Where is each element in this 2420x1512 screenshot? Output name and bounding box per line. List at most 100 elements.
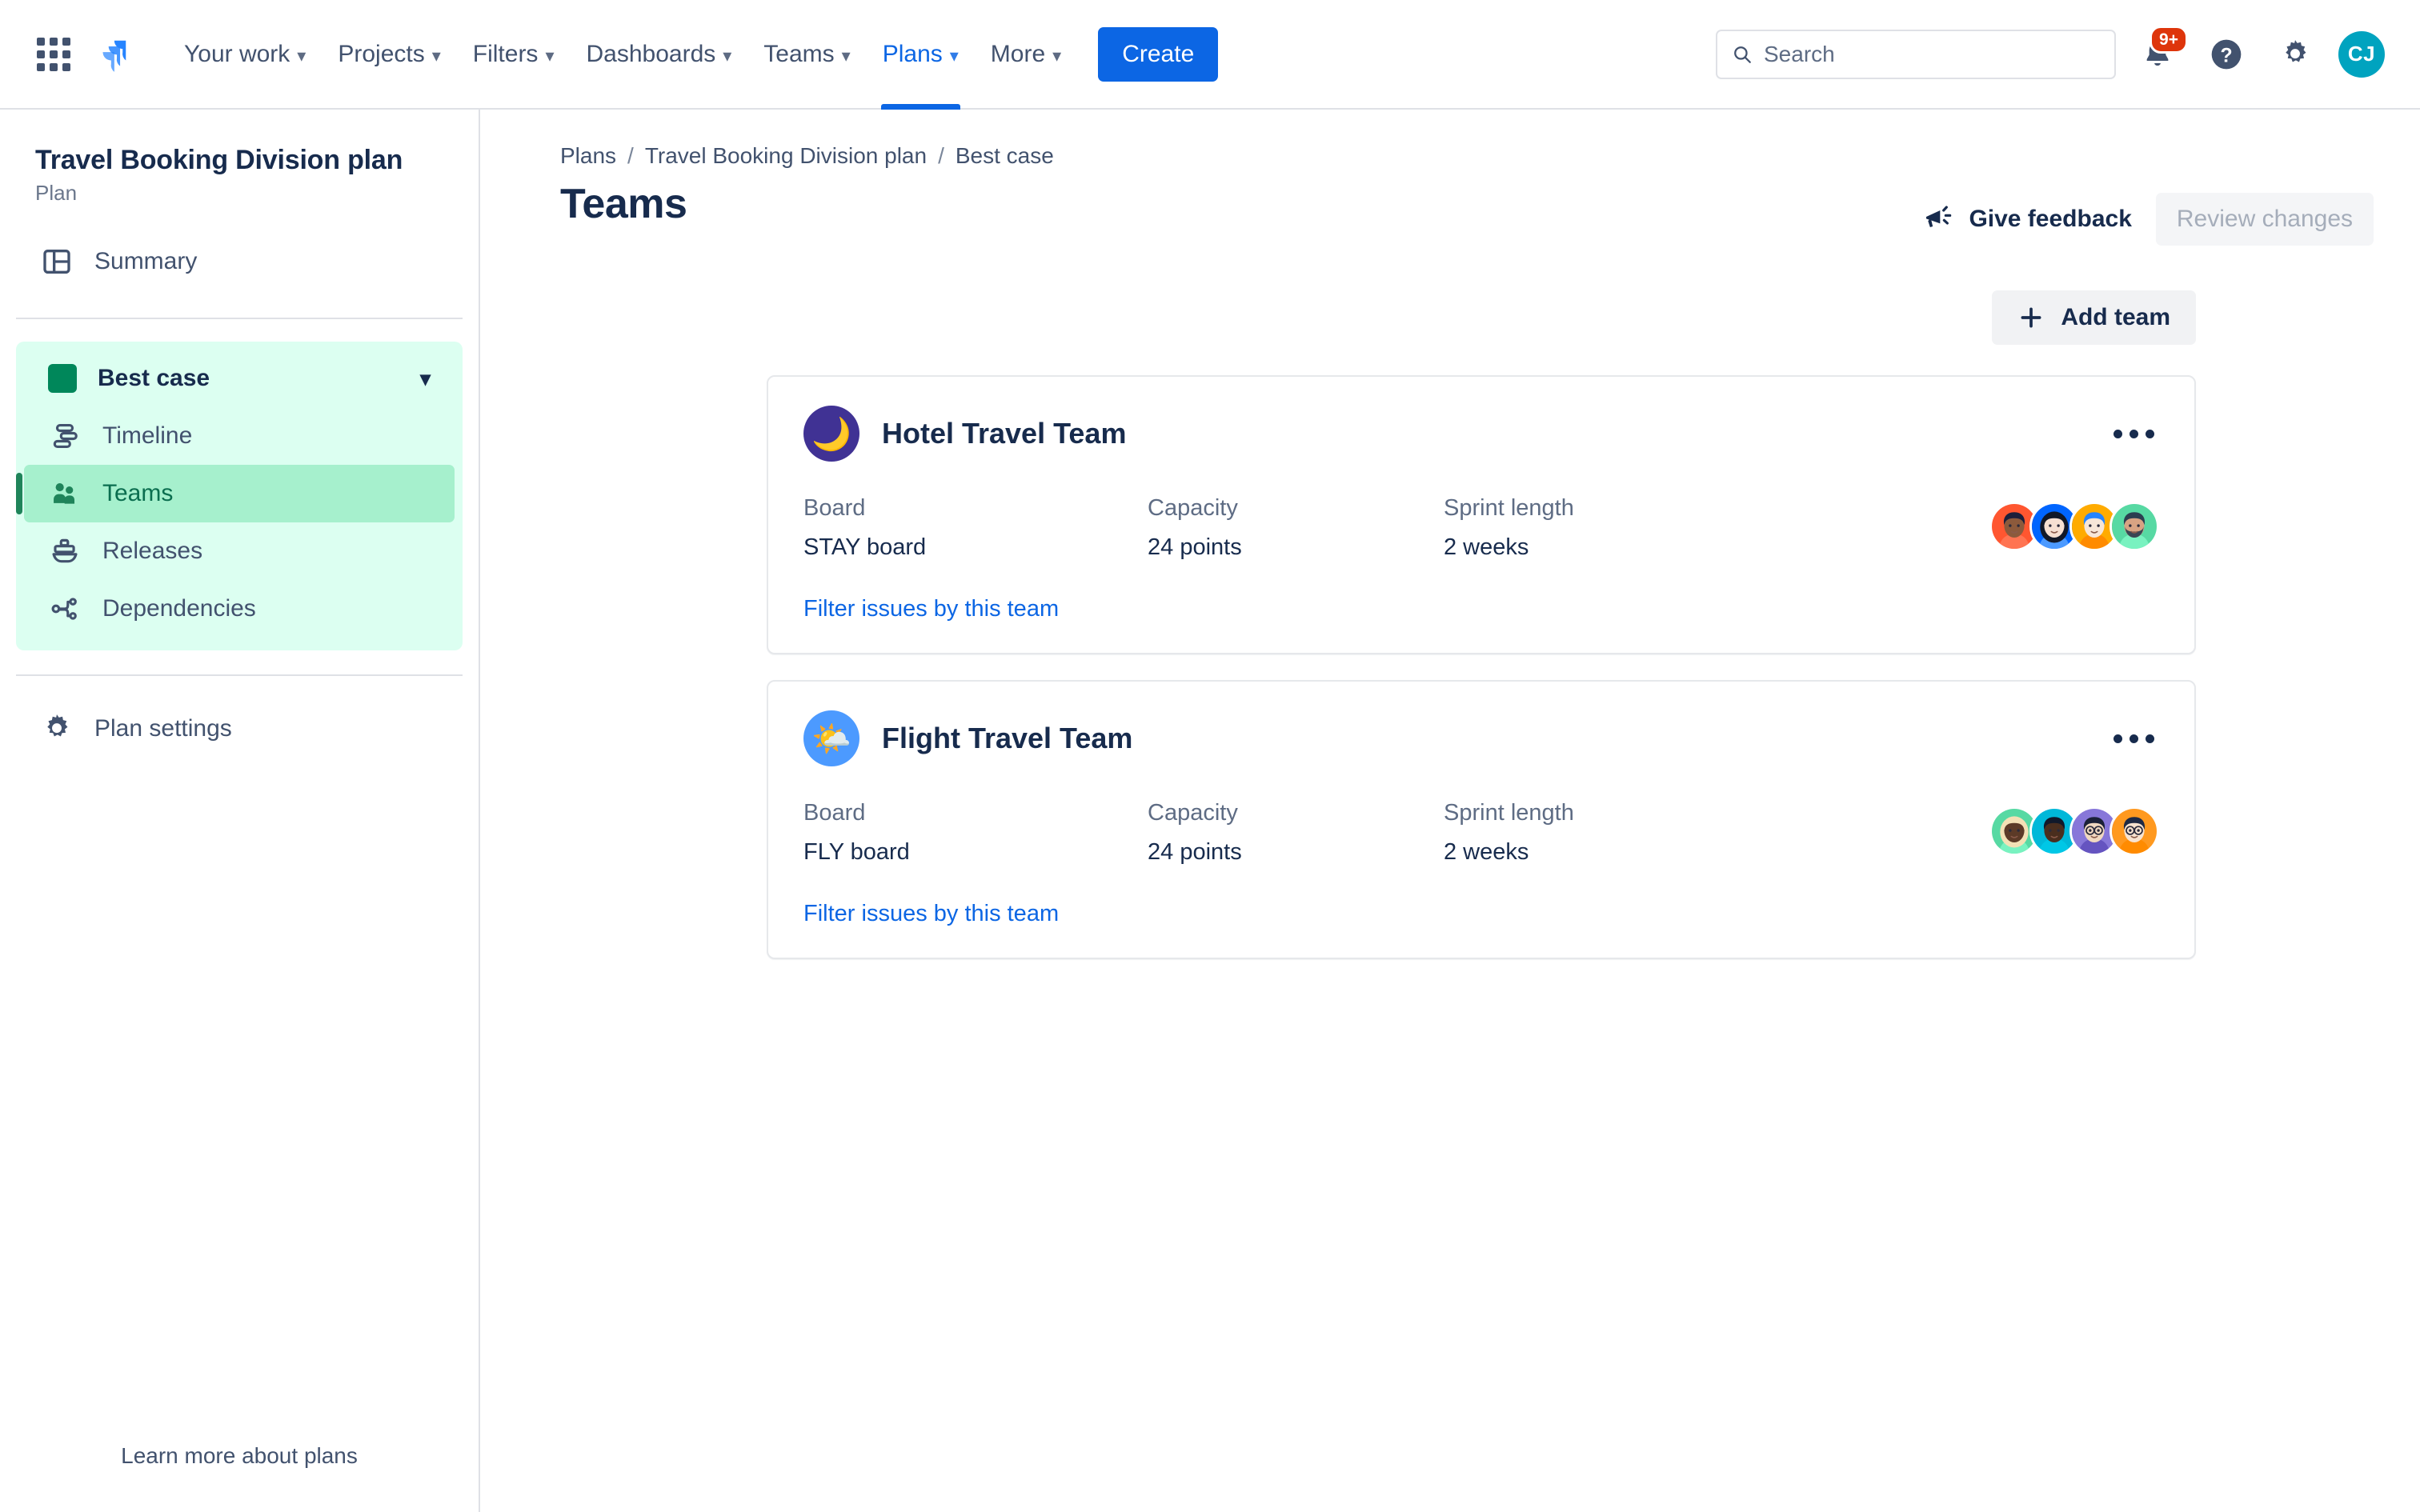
field-value: 2 weeks xyxy=(1444,534,1529,560)
sidebar-item-timeline[interactable]: Timeline xyxy=(24,407,455,465)
summary-icon xyxy=(40,245,74,278)
nav-item-more[interactable]: More ▾ xyxy=(975,0,1077,108)
jira-logo[interactable] xyxy=(88,31,136,78)
team-member-avatars[interactable] xyxy=(1989,495,2159,551)
learn-more-about-plans-link[interactable]: Learn more about plans xyxy=(0,1443,479,1469)
gear-icon xyxy=(2286,39,2306,62)
settings-button[interactable] xyxy=(2268,27,2322,82)
add-team-button[interactable]: Add team xyxy=(1992,290,2196,345)
chevron-down-icon: ▾ xyxy=(431,45,441,66)
plan-title: Travel Booking Division plan xyxy=(35,145,403,175)
app-switcher-button[interactable] xyxy=(30,31,77,78)
nav-item-label: Teams xyxy=(763,40,835,67)
give-feedback-button[interactable]: Give feedback xyxy=(1922,203,2132,235)
sidebar-item-plan-settings[interactable]: Plan settings xyxy=(16,700,463,758)
field-label: Board xyxy=(803,800,866,826)
member-avatar[interactable] xyxy=(2109,502,2159,551)
scenario-label: Best case xyxy=(98,365,210,391)
team-cards-list: 🌙 Hotel Travel Team Board STAY board Cap… xyxy=(560,375,2374,959)
svg-text:?: ? xyxy=(2220,45,2232,66)
field-label: Capacity xyxy=(1148,495,1238,521)
top-navigation-bar: Your work ▾ Projects ▾ Filters ▾ Dashboa… xyxy=(0,0,2420,110)
search-input[interactable] xyxy=(1764,41,2114,67)
sidebar: Travel Booking Division plan Plan Summar… xyxy=(0,110,480,1512)
breadcrumb-item-plans[interactable]: Plans xyxy=(560,143,616,169)
team-name: Hotel Travel Team xyxy=(882,417,1127,450)
team-field-sprint-length: Sprint length 2 weeks xyxy=(1444,495,1740,561)
add-team-row: Add team xyxy=(560,290,2374,345)
timeline-icon xyxy=(48,419,82,453)
filter-issues-by-team-link[interactable]: Filter issues by this team xyxy=(803,596,1059,622)
nav-item-teams[interactable]: Teams ▾ xyxy=(747,0,866,108)
notifications-button[interactable]: 9+ xyxy=(2130,25,2188,82)
plan-settings-section: Plan settings xyxy=(0,700,479,758)
sidebar-divider xyxy=(16,318,463,319)
scenario-header[interactable]: Best case ▾ xyxy=(24,350,455,407)
nav-item-projects[interactable]: Projects ▾ xyxy=(322,0,456,108)
chevron-down-icon: ▾ xyxy=(297,45,307,66)
help-button[interactable]: ? xyxy=(2199,27,2254,82)
breadcrumb-separator: / xyxy=(627,143,634,168)
team-field-capacity: Capacity 24 points xyxy=(1148,800,1444,866)
more-horizontal-icon[interactable] xyxy=(2109,420,2159,448)
create-button[interactable]: Create xyxy=(1098,26,1219,82)
chevron-down-icon: ▾ xyxy=(841,45,851,66)
review-changes-button[interactable]: Review changes xyxy=(2155,193,2374,246)
chevron-down-icon[interactable]: ▾ xyxy=(420,366,431,391)
page-header-actions: Give feedback Review changes xyxy=(1922,180,2374,246)
add-team-label: Add team xyxy=(2061,304,2170,330)
team-card-header: 🌙 Hotel Travel Team xyxy=(803,406,2159,462)
sidebar-item-releases[interactable]: Releases xyxy=(24,522,455,580)
team-card[interactable]: 🌙 Hotel Travel Team Board STAY board Cap… xyxy=(767,375,2196,654)
releases-icon xyxy=(48,534,82,568)
breadcrumb-item-plan[interactable]: Travel Booking Division plan xyxy=(645,143,927,169)
nav-item-plans[interactable]: Plans ▾ xyxy=(867,0,975,110)
sidebar-divider-bottom xyxy=(16,674,463,676)
sidebar-item-label: Summary xyxy=(94,248,198,274)
sidebar-item-teams[interactable]: Teams xyxy=(16,465,455,522)
team-card[interactable]: 🌤️ Flight Travel Team Board FLY board Ca… xyxy=(767,680,2196,959)
more-horizontal-icon[interactable] xyxy=(2109,725,2159,753)
field-label: Board xyxy=(803,495,866,521)
notification-badge: 9+ xyxy=(2150,25,2188,54)
scenario-color-swatch xyxy=(48,364,77,393)
nav-item-label: Plans xyxy=(882,40,943,67)
sidebar-item-label: Dependencies xyxy=(102,595,256,622)
team-field-board: Board STAY board xyxy=(803,495,1148,561)
field-value: 24 points xyxy=(1148,534,1242,560)
dependencies-icon xyxy=(48,592,82,626)
nav-item-dashboards[interactable]: Dashboards ▾ xyxy=(570,0,747,108)
team-name: Flight Travel Team xyxy=(882,722,1133,754)
member-avatar[interactable] xyxy=(2109,806,2159,856)
gear-icon xyxy=(40,712,74,746)
chevron-down-icon: ▾ xyxy=(1052,45,1062,66)
page-header-row: Teams Give feedback Review changes xyxy=(560,180,2374,246)
team-field-sprint-length: Sprint length 2 weeks xyxy=(1444,800,1740,866)
breadcrumb-item-scenario[interactable]: Best case xyxy=(956,143,1054,169)
teams-icon xyxy=(48,477,82,510)
nav-item-label: More xyxy=(990,40,1046,67)
plus-icon xyxy=(2021,307,2041,328)
nav-item-your-work[interactable]: Your work ▾ xyxy=(168,0,322,108)
sidebar-item-label: Teams xyxy=(102,480,174,506)
team-card-body: Board STAY board Capacity 24 points Spri… xyxy=(803,495,2159,561)
breadcrumb-separator: / xyxy=(938,143,944,168)
nav-item-filters[interactable]: Filters ▾ xyxy=(457,0,571,108)
user-avatar[interactable]: CJ xyxy=(2338,30,2385,78)
filter-issues-by-team-link[interactable]: Filter issues by this team xyxy=(803,901,1059,927)
field-value: FLY board xyxy=(803,839,910,865)
search-box[interactable] xyxy=(1716,29,2116,79)
chevron-down-icon: ▾ xyxy=(723,45,732,66)
team-field-board: Board FLY board xyxy=(803,800,1148,866)
nav-item-label: Your work xyxy=(184,40,290,67)
nav-right-actions: 9+ ? CJ xyxy=(1716,25,2385,82)
sidebar-item-dependencies[interactable]: Dependencies xyxy=(24,580,455,638)
team-member-avatars[interactable] xyxy=(1989,800,2159,856)
give-feedback-label: Give feedback xyxy=(1969,206,2132,232)
search-icon xyxy=(1734,46,1751,63)
nav-item-label: Projects xyxy=(338,40,425,67)
field-label: Sprint length xyxy=(1444,495,1574,521)
plan-type-label: Plan xyxy=(35,181,78,205)
team-avatar-icon: 🌙 xyxy=(803,406,859,462)
sidebar-item-summary[interactable]: Summary xyxy=(16,233,463,290)
